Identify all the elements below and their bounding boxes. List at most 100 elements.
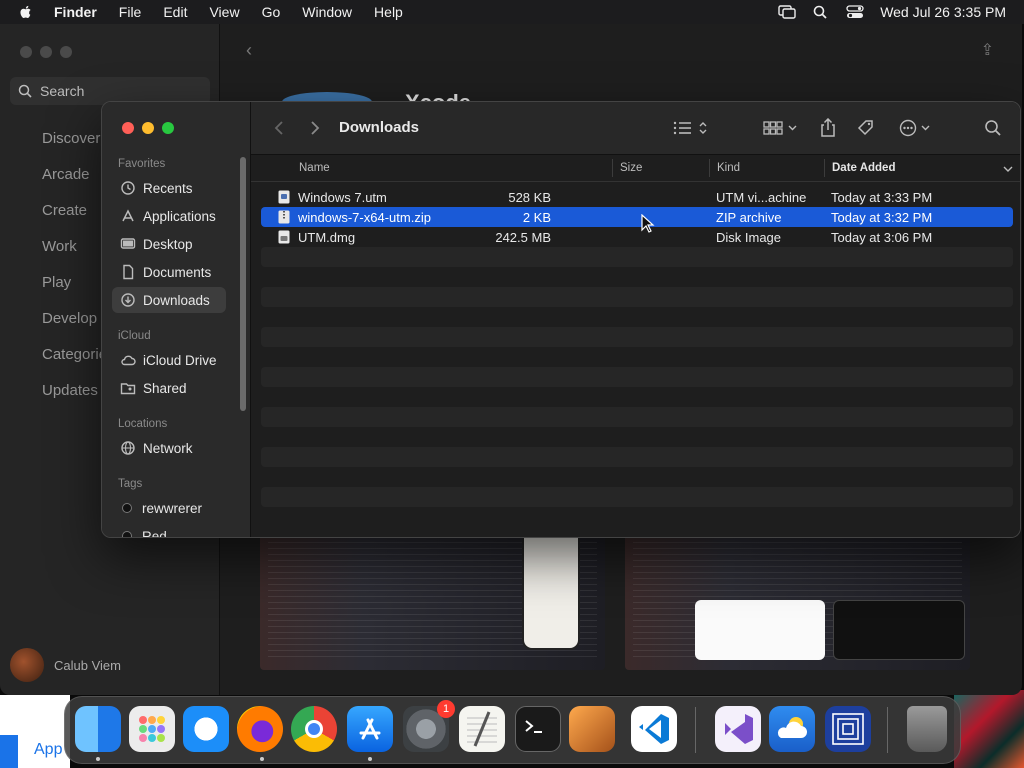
file-kind: ZIP archive	[716, 210, 782, 225]
column-date-added[interactable]: Date Added	[832, 162, 895, 174]
search-icon[interactable]	[984, 119, 1002, 137]
app-screenshot-1[interactable]	[260, 516, 605, 670]
sidebar-tag-red[interactable]: Red	[112, 523, 226, 537]
share-icon[interactable]: ⇪	[981, 40, 994, 60]
menu-edit[interactable]: Edit	[163, 4, 187, 20]
sidebar-section-favorites: Favorites	[118, 158, 166, 170]
safari-app-icon[interactable]	[183, 706, 229, 752]
empty-row	[261, 487, 1013, 507]
empty-row	[261, 367, 1013, 387]
zoom-button[interactable]	[162, 122, 174, 134]
sidebar-tag-rewwrerer[interactable]: rewwrerer	[112, 495, 226, 521]
dock: 1	[64, 696, 961, 764]
zoom-button[interactable]	[60, 46, 72, 58]
app-store-app-icon[interactable]	[347, 706, 393, 752]
visual-studio-app-icon[interactable]	[715, 706, 761, 752]
system-settings-app-icon[interactable]: 1	[403, 700, 455, 752]
sidebar-item-shared[interactable]: Shared	[112, 375, 226, 401]
close-button[interactable]	[122, 122, 134, 134]
file-row[interactable]: Windows 7.utm 528 KB UTM vi...achine Tod…	[261, 187, 1013, 207]
sidebar-item-label: Documents	[143, 264, 212, 280]
account-button[interactable]: Calub Viem	[10, 648, 121, 682]
garageband-app-icon[interactable]	[569, 706, 615, 752]
back-chevron-icon[interactable]: ‹	[246, 40, 252, 61]
screen-mirroring-icon[interactable]	[778, 5, 796, 19]
file-name: Windows 7.utm	[298, 190, 387, 205]
chrome-app-icon[interactable]	[291, 706, 337, 752]
finder-app-icon[interactable]	[75, 706, 121, 752]
list-view-icon[interactable]	[673, 120, 711, 136]
column-separator[interactable]	[824, 159, 825, 177]
dock-separator	[695, 707, 696, 753]
minimize-button[interactable]	[40, 46, 52, 58]
column-kind[interactable]: Kind	[717, 162, 740, 174]
menu-window[interactable]: Window	[302, 4, 352, 20]
sidebar-item-network[interactable]: Network	[112, 435, 226, 461]
menu-view[interactable]: View	[209, 4, 239, 20]
menu-file[interactable]: File	[119, 4, 142, 20]
launchpad-grid-icon	[139, 716, 165, 742]
close-button[interactable]	[20, 46, 32, 58]
sidebar-item-label: Applications	[143, 208, 216, 224]
control-center-icon[interactable]	[846, 5, 864, 19]
document-icon	[123, 264, 134, 280]
empty-row	[261, 267, 1013, 287]
sidebar-item-recents[interactable]: Recents	[112, 175, 226, 201]
sidebar-item-label: rewwrerer	[142, 500, 203, 516]
screenshot-dark-card	[833, 600, 965, 660]
column-size[interactable]: Size	[620, 162, 642, 174]
dock-separator	[887, 707, 888, 753]
back-chevron-icon[interactable]	[273, 120, 285, 136]
minimize-button[interactable]	[142, 122, 154, 134]
apple-icon[interactable]	[18, 4, 34, 20]
chrome-center-icon	[305, 720, 323, 738]
app-screenshot-2[interactable]	[625, 516, 970, 670]
sidebar-item-icloud-drive[interactable]: iCloud Drive	[112, 347, 226, 373]
file-kind: UTM vi...achine	[716, 190, 807, 205]
empty-row	[261, 407, 1013, 427]
forward-chevron-icon[interactable]	[309, 120, 321, 136]
share-icon[interactable]	[819, 118, 837, 138]
empty-row	[261, 507, 1013, 527]
more-actions-icon[interactable]	[899, 119, 935, 137]
spotlight-search-icon[interactable]	[812, 5, 830, 19]
sidebar-item-label: Desktop	[143, 236, 193, 252]
sidebar-item-downloads[interactable]: Downloads	[112, 287, 226, 313]
column-name[interactable]: Name	[299, 162, 330, 174]
launchpad-app-icon[interactable]	[129, 706, 175, 752]
finder-window: Favorites Recents Applications Desktop D…	[101, 101, 1021, 538]
sidebar-scrollbar[interactable]	[240, 157, 246, 411]
column-separator[interactable]	[709, 159, 710, 177]
textedit-app-icon[interactable]	[459, 706, 505, 752]
weather-app-icon[interactable]	[769, 706, 815, 752]
avatar	[10, 648, 44, 682]
window-title: Downloads	[339, 119, 420, 136]
vscode-app-icon[interactable]	[631, 706, 677, 752]
empty-row	[261, 387, 1013, 407]
mouse-cursor-icon	[641, 214, 655, 233]
menu-app-name[interactable]: Finder	[54, 4, 97, 20]
sidebar-item-applications[interactable]: Applications	[112, 203, 226, 229]
utm-file-icon	[278, 190, 290, 204]
menu-go[interactable]: Go	[262, 4, 281, 20]
search-icon	[18, 84, 32, 98]
column-header: Name Size Kind Date Added	[251, 155, 1020, 182]
group-by-icon[interactable]	[763, 120, 801, 136]
menu-bar: Finder File Edit View Go Window Help Wed…	[0, 0, 1024, 24]
sort-chevron-down-icon[interactable]	[1003, 165, 1013, 173]
sidebar-item-desktop[interactable]: Desktop	[112, 231, 226, 257]
menu-clock[interactable]: Wed Jul 26 3:35 PM	[880, 4, 1006, 20]
file-size: 2 KB	[522, 210, 551, 225]
utm-app-icon[interactable]	[825, 706, 871, 752]
trash-app-icon[interactable]	[907, 706, 947, 752]
tag-icon[interactable]	[857, 119, 877, 137]
file-date-added: Today at 3:32 PM	[831, 210, 933, 225]
sidebar-item-documents[interactable]: Documents	[112, 259, 226, 285]
empty-row	[261, 287, 1013, 307]
firefox-app-icon[interactable]	[237, 706, 283, 752]
menu-help[interactable]: Help	[374, 4, 403, 20]
file-row-selected[interactable]: windows-7-x64-utm.zip 2 KB ZIP archive T…	[261, 207, 1013, 227]
terminal-app-icon[interactable]	[515, 706, 561, 752]
file-row[interactable]: UTM.dmg 242.5 MB Disk Image Today at 3:0…	[261, 227, 1013, 247]
column-separator[interactable]	[612, 159, 613, 177]
